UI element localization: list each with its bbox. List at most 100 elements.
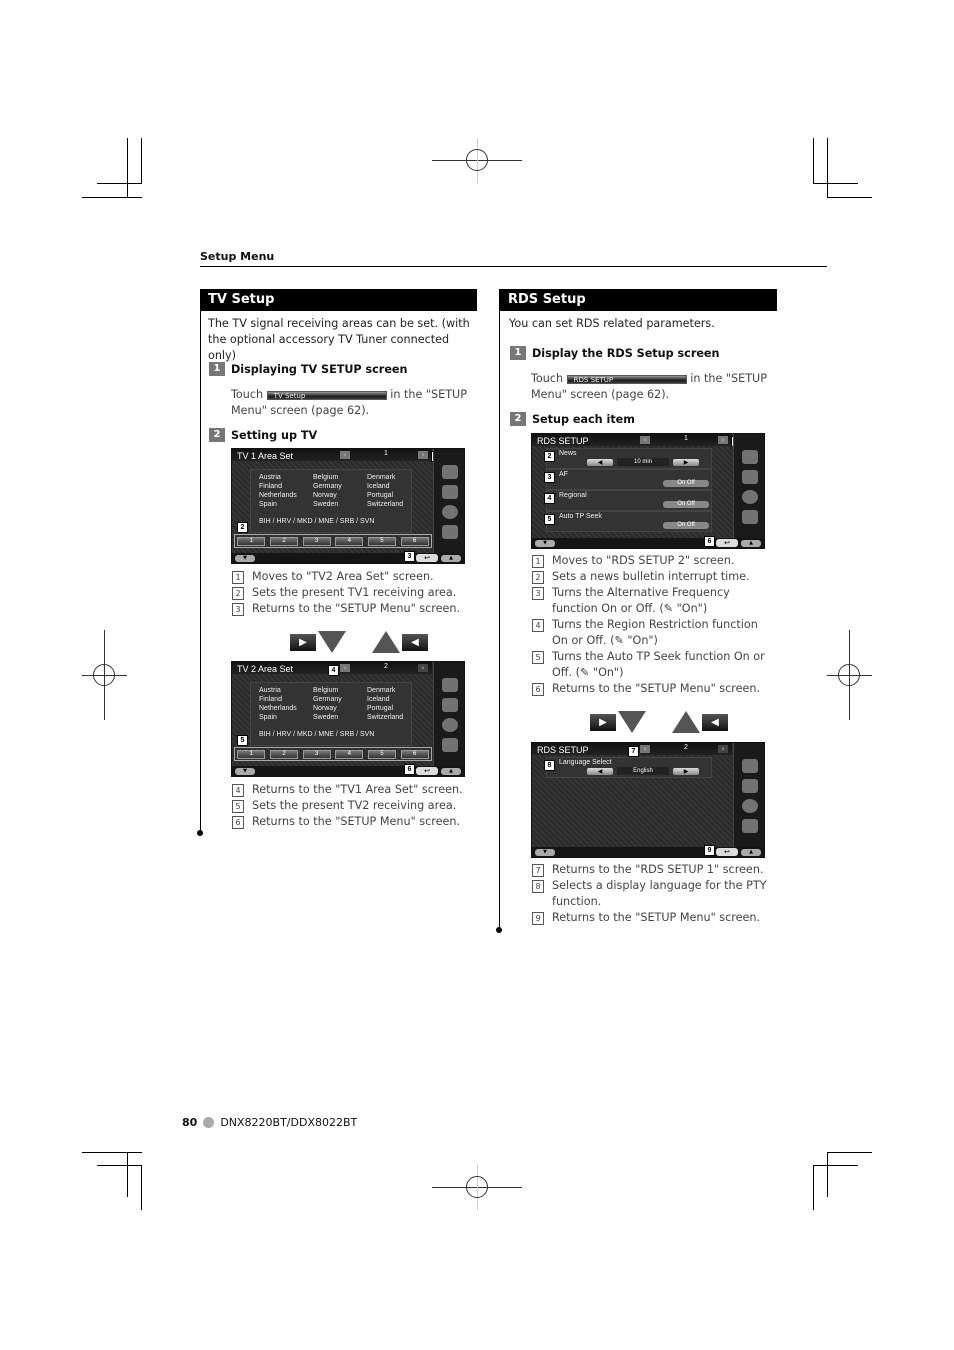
country[interactable]: Norway (313, 492, 367, 499)
tv2-area-set-screen: TV 2 Area Set 4 ‹ 2 › Austria Belgium De… (231, 661, 465, 777)
country[interactable]: Germany (313, 696, 367, 703)
prev-page-button[interactable]: ‹ (640, 436, 650, 444)
tv-setup-button[interactable]: TV Setup (266, 390, 387, 400)
setup-icon[interactable] (442, 738, 458, 752)
regional-toggle[interactable]: On Off (663, 501, 709, 508)
scroll-down-button[interactable]: ▼ (535, 540, 555, 547)
column-end-dot (197, 830, 203, 836)
country[interactable]: Denmark (367, 687, 421, 694)
country[interactable]: Finland (259, 483, 313, 490)
menu-icon[interactable] (742, 759, 758, 773)
source-icon[interactable] (742, 470, 758, 484)
return-button[interactable]: ↩ (716, 539, 738, 547)
setup-icon[interactable] (442, 525, 458, 539)
country[interactable]: Spain (259, 714, 313, 721)
country[interactable]: Portugal (367, 492, 421, 499)
af-toggle[interactable]: On Off (663, 480, 709, 487)
preset-button[interactable]: 1 (237, 536, 266, 546)
country[interactable]: Belgium (313, 687, 367, 694)
column-bar (200, 289, 201, 832)
preset-row: 1 2 3 4 5 6 (234, 747, 432, 761)
next-page-button[interactable]: › (418, 451, 428, 459)
preset-button[interactable]: 5 (367, 536, 396, 546)
country[interactable]: Belgium (313, 474, 367, 481)
preset-button[interactable]: 5 (367, 749, 396, 759)
scroll-down-button[interactable]: ▼ (235, 768, 255, 775)
auto-tp-seek-toggle[interactable]: On Off (663, 522, 709, 529)
up-triangle-icon (372, 631, 400, 653)
rds-setup-button[interactable]: RDS SETUP (566, 374, 687, 384)
country[interactable]: Switzerland (367, 714, 421, 721)
setup-icon[interactable] (742, 819, 758, 833)
row-label: News (559, 450, 577, 457)
crop-mark (827, 138, 828, 198)
preset-button[interactable]: 2 (269, 749, 298, 759)
tv-setup-intro: The TV signal receiving areas can be set… (208, 317, 470, 362)
crop-mark (141, 1165, 142, 1210)
scroll-down-button[interactable]: ▼ (235, 555, 255, 562)
country-group[interactable]: BIH / HRV / MKD / MNE / SRB / SVN (259, 731, 374, 738)
audio-icon[interactable] (742, 799, 758, 813)
previous-language-button[interactable]: ◀ (587, 767, 613, 775)
preset-button[interactable]: 3 (302, 749, 331, 759)
audio-icon[interactable] (442, 505, 458, 519)
preset-button[interactable]: 6 (400, 749, 429, 759)
next-page-button[interactable]: › (718, 436, 728, 444)
country[interactable]: Sweden (313, 714, 367, 721)
country[interactable]: Switzerland (367, 501, 421, 508)
country[interactable]: Austria (259, 687, 313, 694)
scroll-up-button[interactable]: ▲ (741, 540, 761, 547)
scroll-up-button[interactable]: ▲ (441, 555, 461, 562)
crop-mark (127, 1152, 128, 1197)
return-button[interactable]: ↩ (416, 767, 438, 775)
menu-icon[interactable] (442, 465, 458, 479)
prev-page-button[interactable]: ‹ (340, 664, 350, 672)
audio-icon[interactable] (442, 718, 458, 732)
prev-page-button[interactable]: ‹ (640, 745, 650, 753)
source-icon[interactable] (442, 485, 458, 499)
menu-icon[interactable] (742, 450, 758, 464)
country[interactable]: Germany (313, 483, 367, 490)
return-button[interactable]: ↩ (416, 554, 438, 562)
menu-icon[interactable] (442, 678, 458, 692)
preset-button[interactable]: 3 (302, 536, 331, 546)
next-language-button[interactable]: ▶ (673, 767, 699, 775)
country[interactable]: Denmark (367, 474, 421, 481)
next-page-button[interactable]: › (418, 664, 428, 672)
crop-mark (813, 138, 814, 184)
preset-button[interactable]: 1 (237, 749, 266, 759)
scroll-down-button[interactable]: ▼ (535, 849, 555, 856)
country[interactable]: Netherlands (259, 492, 313, 499)
country[interactable]: Netherlands (259, 705, 313, 712)
scroll-up-button[interactable]: ▲ (741, 849, 761, 856)
source-icon[interactable] (742, 779, 758, 793)
return-button[interactable]: ↩ (716, 848, 738, 856)
prev-page-button[interactable]: ‹ (340, 451, 350, 459)
country[interactable]: Iceland (367, 696, 421, 703)
setup-icon[interactable] (742, 510, 758, 524)
description-item: 1 Moves to "RDS SETUP 2" screen. (532, 553, 777, 569)
country[interactable]: Sweden (313, 501, 367, 508)
scroll-up-button[interactable]: ▲ (441, 768, 461, 775)
next-page-button[interactable]: › (718, 745, 728, 753)
callout: 7 (628, 746, 639, 757)
preset-button[interactable]: 2 (269, 536, 298, 546)
increase-button[interactable]: ▶ (673, 458, 699, 466)
preset-button[interactable]: 4 (335, 536, 364, 546)
touch-text: Touch (531, 372, 564, 385)
crop-mark (127, 138, 128, 198)
preset-button[interactable]: 6 (400, 536, 429, 546)
preset-button[interactable]: 4 (335, 749, 364, 759)
source-icon[interactable] (442, 698, 458, 712)
country[interactable]: Portugal (367, 705, 421, 712)
decrease-button[interactable]: ◀ (587, 458, 613, 466)
country[interactable]: Spain (259, 501, 313, 508)
page-number: 80 (182, 1116, 198, 1129)
af-row: 3 AF On Off (544, 469, 712, 490)
country-group[interactable]: BIH / HRV / MKD / MNE / SRB / SVN (259, 518, 374, 525)
country[interactable]: Norway (313, 705, 367, 712)
audio-icon[interactable] (742, 490, 758, 504)
country[interactable]: Finland (259, 696, 313, 703)
country[interactable]: Iceland (367, 483, 421, 490)
country[interactable]: Austria (259, 474, 313, 481)
